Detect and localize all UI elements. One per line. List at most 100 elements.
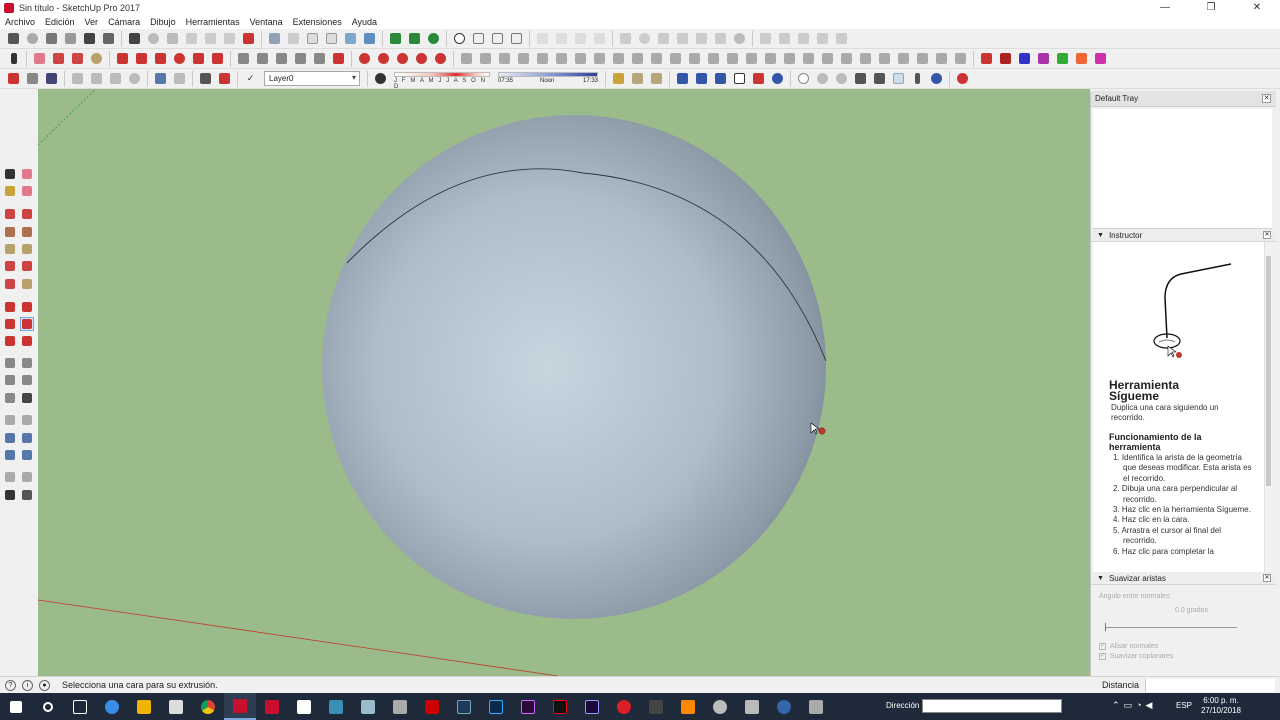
play-icon[interactable]	[732, 71, 748, 87]
circle-icon[interactable]	[89, 51, 105, 67]
arc-icon[interactable]	[70, 51, 86, 67]
app-light-icon[interactable]	[352, 693, 384, 720]
previous-view-icon[interactable]	[20, 448, 34, 462]
smooth-normals-checkbox[interactable]: ✓ Alisar normales	[1099, 643, 1158, 650]
shadow-month-slider[interactable]: J F M A M J J A S O N D	[394, 71, 490, 90]
view-top-icon[interactable]	[554, 31, 570, 47]
volume-icon[interactable]: ◀	[1146, 700, 1153, 711]
push-pull-icon[interactable]	[20, 300, 34, 314]
axis-green-icon[interactable]	[1055, 51, 1071, 67]
ext-22-icon[interactable]	[858, 51, 874, 67]
ext-5-icon[interactable]	[535, 51, 551, 67]
view-iso-icon[interactable]	[535, 31, 551, 47]
two-point-arc-icon[interactable]	[20, 259, 34, 273]
sandbox-5-icon[interactable]	[834, 31, 850, 47]
component-icon[interactable]	[165, 31, 181, 47]
premiere-icon[interactable]	[512, 693, 544, 720]
app-grey-icon[interactable]	[384, 693, 416, 720]
app-obs-icon[interactable]	[768, 693, 800, 720]
rotate-icon[interactable]	[3, 317, 17, 331]
warehouse-icon[interactable]	[82, 31, 98, 47]
cut-icon[interactable]	[70, 71, 86, 87]
xray-icon[interactable]	[267, 31, 283, 47]
print-icon[interactable]	[198, 71, 214, 87]
move-icon[interactable]	[134, 51, 150, 67]
edge-icon[interactable]	[96, 693, 128, 720]
app-circle-icon[interactable]	[704, 693, 736, 720]
circle-icon[interactable]	[3, 242, 17, 256]
battery-icon[interactable]: ▭	[1124, 700, 1133, 711]
save-icon[interactable]	[44, 71, 60, 87]
language-indicator[interactable]: ESP	[1176, 701, 1192, 710]
text-icon[interactable]	[293, 51, 309, 67]
ext-2-icon[interactable]	[478, 51, 494, 67]
smooth-panel-header[interactable]: ▼ Suavizar aristas ✕	[1091, 572, 1276, 585]
wireframe-icon[interactable]	[305, 31, 321, 47]
menu-ventana[interactable]: Ventana	[245, 17, 288, 27]
ext-17-icon[interactable]	[763, 51, 779, 67]
scene-3-icon[interactable]	[713, 71, 729, 87]
section-2-icon[interactable]	[872, 71, 888, 87]
freehand-icon[interactable]	[20, 207, 34, 221]
network-icon[interactable]: ◔	[1136, 700, 1141, 711]
look-around-icon[interactable]	[656, 31, 672, 47]
style-2-icon[interactable]	[407, 31, 423, 47]
shaded-textures-icon[interactable]	[362, 31, 378, 47]
ext-15-icon[interactable]	[725, 51, 741, 67]
shaded-icon[interactable]	[343, 31, 359, 47]
axis-magenta-icon[interactable]	[1093, 51, 1109, 67]
windows-start-icon[interactable]	[0, 693, 32, 720]
walk-icon[interactable]	[3, 488, 17, 502]
paste-icon[interactable]	[108, 71, 124, 87]
3d-text-icon[interactable]	[20, 391, 34, 405]
share-icon[interactable]	[222, 31, 238, 47]
box-yellow-1-icon[interactable]	[611, 71, 627, 87]
help-icon[interactable]	[929, 71, 945, 87]
rotated-rectangle-icon[interactable]	[20, 225, 34, 239]
sun-icon[interactable]	[732, 31, 748, 47]
sandbox-3-icon[interactable]	[796, 31, 812, 47]
rectangle-icon[interactable]	[3, 225, 17, 239]
search-icon[interactable]	[32, 693, 64, 720]
pencil-icon[interactable]	[51, 51, 67, 67]
follow-me-icon[interactable]	[20, 317, 34, 331]
layout-icon[interactable]	[241, 31, 257, 47]
arc-icon[interactable]	[3, 259, 17, 273]
sphere[interactable]	[322, 115, 826, 619]
ext-9-icon[interactable]	[611, 51, 627, 67]
menu-extensiones[interactable]: Extensiones	[288, 17, 347, 27]
view-right-icon[interactable]	[592, 31, 608, 47]
tape-measure-icon[interactable]	[236, 51, 252, 67]
model-viewport[interactable]	[38, 89, 1090, 676]
walk-icon[interactable]	[490, 31, 506, 47]
zoom-extents-icon[interactable]	[3, 448, 17, 462]
address-input[interactable]	[922, 699, 1062, 713]
eraser-icon[interactable]	[20, 184, 34, 198]
position-camera-icon[interactable]	[3, 470, 17, 484]
scene-1-icon[interactable]	[675, 71, 691, 87]
acrobat-icon[interactable]	[416, 693, 448, 720]
menu-herramientas[interactable]: Herramientas	[181, 17, 245, 27]
measurements-input[interactable]	[1145, 679, 1275, 692]
hidden-line-icon[interactable]	[324, 31, 340, 47]
zoom-extents-icon[interactable]	[509, 31, 525, 47]
box-yellow-3-icon[interactable]	[649, 71, 665, 87]
scale-icon[interactable]	[191, 51, 207, 67]
follow-me-icon[interactable]	[172, 51, 188, 67]
axis-red-icon[interactable]	[979, 51, 995, 67]
app-blue-icon[interactable]	[320, 693, 352, 720]
sandbox-4-icon[interactable]	[815, 31, 831, 47]
section-1-icon[interactable]	[853, 71, 869, 87]
line-icon[interactable]	[3, 207, 17, 221]
ext-19-icon[interactable]	[801, 51, 817, 67]
user-icon[interactable]: ●	[39, 679, 50, 691]
instructor-close-button[interactable]: ✕	[1263, 231, 1271, 239]
ext-25-icon[interactable]	[915, 51, 931, 67]
axis-blue-icon[interactable]	[1017, 51, 1033, 67]
select-arrow-icon[interactable]	[6, 51, 22, 67]
app-grey2-icon[interactable]	[800, 693, 832, 720]
home-icon[interactable]	[44, 31, 60, 47]
view-front-icon[interactable]	[573, 31, 589, 47]
paint-bucket-icon[interactable]	[694, 31, 710, 47]
chrome-icon[interactable]	[192, 693, 224, 720]
